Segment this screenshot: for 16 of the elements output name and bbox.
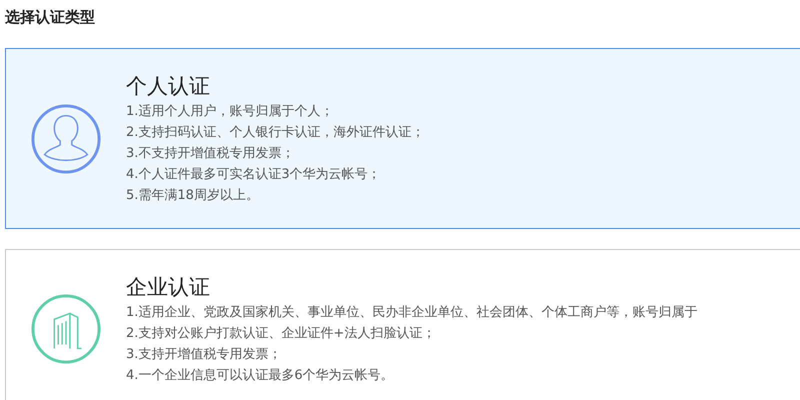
option-description: 1.适用个人用户，账号归属于个人；	[126, 103, 334, 121]
page-heading: 选择认证类型	[5, 8, 96, 28]
option-description: 2.支持对公账户打款认证、企业证件+法人扫脸认证；	[126, 325, 436, 343]
option-description: 4.个人证件最多可实名认证3个华为云帐号；	[126, 166, 382, 184]
option-title: 企业认证	[126, 274, 211, 301]
option-description: 3.不支持开增值税专用发票；	[126, 145, 296, 163]
option-description: 4.一个企业信息可以认证最多6个华为云帐号。	[126, 367, 395, 385]
option-card[interactable]: 个人认证 1.适用个人用户，账号归属于个人； 2.支持扫码认证、个人银行卡认证，海外证件认证； 3.不支持开增值税专用发票； 4.个人证件最多可实名认证3个华为云帐号； 5.需年满18周岁以上。	[5, 48, 800, 229]
option-description: 2.支持扫码认证、个人银行卡认证，海外证件认证；	[126, 124, 424, 142]
option-description: 3.支持开增值税专用发票；	[126, 346, 282, 364]
option-description: 5.需年满18周岁以上。	[126, 187, 260, 205]
person-icon	[31, 104, 101, 174]
option-description: 1.适用企业、党政及国家机关、事业单位、民办非企业单位、社会团体、个体工商户等，账号归属于	[126, 304, 698, 322]
option-title: 个人认证	[126, 73, 211, 100]
building-icon	[31, 294, 101, 364]
option-card[interactable]: 企业认证 1.适用企业、党政及国家机关、事业单位、民办非企业单位、社会团体、个体工商户等，账号归属于 2.支持对公账户打款认证、企业证件+法人扫脸认证； 3.支持开增值税专用发票； 4.一个企业信息可以认证最多6个华为云帐号。	[5, 249, 800, 400]
